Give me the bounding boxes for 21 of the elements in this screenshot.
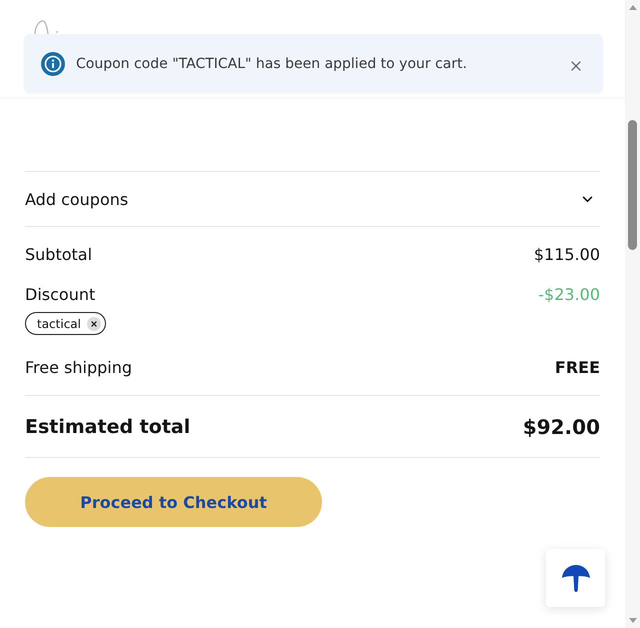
add-coupons-toggle[interactable]: Add coupons bbox=[25, 171, 600, 227]
logo-drawing bbox=[33, 20, 59, 34]
scroll-up-icon[interactable] bbox=[628, 5, 636, 10]
summary-value: FREE bbox=[554, 358, 600, 376]
scroll-down-icon[interactable] bbox=[628, 618, 636, 623]
summary-label: Free shipping bbox=[25, 358, 132, 376]
remove-icon[interactable] bbox=[86, 316, 101, 330]
mushroom-icon[interactable] bbox=[546, 549, 605, 607]
coupon-code: tactical bbox=[37, 316, 81, 330]
summary-value: $115.00 bbox=[534, 244, 600, 264]
summary-value: -$23.00 bbox=[538, 284, 600, 304]
close-icon[interactable] bbox=[571, 60, 581, 70]
scrollbar[interactable] bbox=[625, 0, 640, 628]
summary-label: Discount bbox=[25, 284, 96, 304]
total-label: Estimated total bbox=[25, 416, 190, 438]
summary-label: Subtotal bbox=[25, 244, 92, 264]
scrollbar-thumb[interactable] bbox=[628, 120, 637, 250]
notice-message: Coupon code "TACTICAL" has been applied to your cart. bbox=[76, 56, 468, 72]
checkout-button[interactable]: Proceed to Checkout bbox=[25, 477, 322, 527]
total-value: $92.00 bbox=[522, 414, 600, 438]
info-icon bbox=[41, 52, 65, 76]
